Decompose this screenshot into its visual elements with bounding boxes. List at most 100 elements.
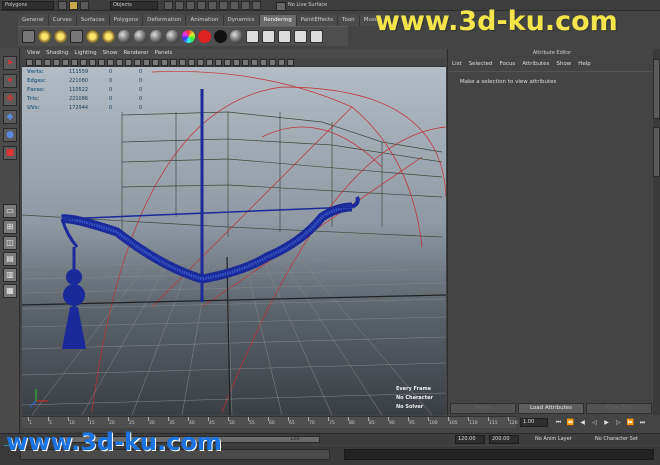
ae-menu-help[interactable]: Help (578, 60, 591, 69)
perspective-viewport[interactable]: Verts: 111559 0 0 Edges: 221080 0 0 Faces: 110522… (22, 67, 446, 415)
viewport-tool-icon[interactable] (233, 59, 240, 66)
side-tab-channel-box[interactable] (653, 59, 660, 119)
open-scene-icon[interactable] (69, 1, 78, 10)
tab-animation[interactable]: Animation (186, 15, 224, 26)
step-forward-key-icon[interactable]: ⏩ (626, 418, 635, 427)
surface-shader-icon[interactable] (214, 30, 227, 43)
select-tool[interactable]: ➤ (3, 56, 17, 70)
ambient-light-icon[interactable] (102, 30, 115, 43)
step-back-key-icon[interactable]: ⏪ (566, 418, 575, 427)
viewport-tool-icon[interactable] (89, 59, 96, 66)
step-forward-icon[interactable]: ▷ (614, 418, 623, 427)
viewport-tool-icon[interactable] (206, 59, 213, 66)
layout-hypershade[interactable]: ▦ (3, 284, 17, 298)
play-back-icon[interactable]: ◁ (590, 418, 599, 427)
viewport-tool-icon[interactable] (188, 59, 195, 66)
step-back-icon[interactable]: ◀ (578, 418, 587, 427)
layered-shader-icon[interactable] (198, 30, 211, 43)
viewport-tool-icon[interactable] (260, 59, 267, 66)
ipr-render-icon[interactable] (230, 1, 239, 10)
scale-tool[interactable]: ● (3, 128, 17, 142)
render-settings-icon[interactable] (241, 1, 250, 10)
viewport-menu-renderer[interactable]: Renderer (123, 49, 148, 58)
blinn-material-icon[interactable] (118, 30, 131, 43)
viewport-tool-icon[interactable] (152, 59, 159, 66)
ae-menu-attributes[interactable]: Attributes (522, 60, 549, 69)
viewport-tool-icon[interactable] (215, 59, 222, 66)
tab-polygons[interactable]: Polygons (109, 15, 144, 26)
viewport-tool-icon[interactable] (197, 59, 204, 66)
viewport-tool-icon[interactable] (179, 59, 186, 66)
use-background-icon[interactable] (230, 30, 243, 43)
manipulator-tool[interactable]: ■ (3, 146, 17, 160)
anim-layer-select[interactable]: No Anim Layer (535, 435, 572, 444)
snap-plane-icon[interactable] (197, 1, 206, 10)
ae-menu-selected[interactable]: Selected (469, 60, 493, 69)
lasso-tool[interactable]: ✦ (3, 74, 17, 88)
layout-persp-outliner[interactable]: ▤ (3, 252, 17, 266)
viewport-tool-icon[interactable] (80, 59, 87, 66)
viewport-menu-lighting[interactable]: Lighting (74, 49, 96, 58)
snap-point-icon[interactable] (186, 1, 195, 10)
history-icon[interactable] (208, 1, 217, 10)
ae-menu-show[interactable]: Show (556, 60, 571, 69)
render-icon[interactable] (219, 1, 228, 10)
go-to-end-icon[interactable]: ⏭ (638, 418, 647, 427)
rotate-tool[interactable]: ◆ (3, 110, 17, 124)
viewport-tool-icon[interactable] (242, 59, 249, 66)
viewport-tool-icon[interactable] (116, 59, 123, 66)
layout-persp-graph[interactable]: ▥ (3, 268, 17, 282)
phong-material-icon[interactable] (150, 30, 163, 43)
viewport-tool-icon[interactable] (53, 59, 60, 66)
side-tab-attribute-editor[interactable] (653, 127, 660, 177)
area-light-icon[interactable] (70, 30, 83, 43)
snap-curve-icon[interactable] (175, 1, 184, 10)
hypershade-shelf-icon[interactable] (278, 30, 291, 43)
snap-grid-icon[interactable] (164, 1, 173, 10)
play-forward-icon[interactable]: ▶ (602, 418, 611, 427)
viewport-tool-icon[interactable] (107, 59, 114, 66)
viewport-tool-icon[interactable] (170, 59, 177, 66)
viewport-tool-icon[interactable] (287, 59, 294, 66)
viewport-tool-icon[interactable] (62, 59, 69, 66)
load-attributes-button[interactable]: Load Attributes (518, 403, 584, 414)
layout-single[interactable]: ▭ (3, 204, 17, 218)
tab-curves[interactable]: Curves (48, 15, 77, 26)
move-tool[interactable]: ✥ (3, 92, 17, 106)
spot-light-icon[interactable] (54, 30, 67, 43)
viewport-tool-icon[interactable] (143, 59, 150, 66)
viewport-tool-icon[interactable] (35, 59, 42, 66)
anim-start-field[interactable]: 120.00 (455, 435, 485, 444)
tab-toon[interactable]: Toon (338, 15, 360, 26)
point-light-icon[interactable] (38, 30, 51, 43)
render-globals-icon[interactable] (294, 30, 307, 43)
tab-general[interactable]: General (18, 15, 49, 26)
select-button[interactable]: Select (450, 403, 516, 414)
viewport-tool-icon[interactable] (98, 59, 105, 66)
selection-mask-select[interactable]: Objects (110, 1, 158, 10)
tab-rendering[interactable]: Rendering (259, 15, 297, 26)
character-set-select[interactable]: No Character Set (595, 435, 638, 444)
directional-light-icon[interactable] (86, 30, 99, 43)
go-to-start-icon[interactable]: ⏮ (554, 418, 563, 427)
layout-two-side[interactable]: ◫ (3, 236, 17, 250)
viewport-tool-icon[interactable] (71, 59, 78, 66)
viewport-menu-shading[interactable]: Shading (46, 49, 68, 58)
viewport-tool-icon[interactable] (26, 59, 33, 66)
viewport-tool-icon[interactable] (161, 59, 168, 66)
viewport-menu-show[interactable]: Show (103, 49, 118, 58)
new-scene-icon[interactable] (58, 1, 67, 10)
live-surface-field[interactable]: No Live Surface (276, 1, 342, 11)
tab-painteffects[interactable]: PaintEffects (296, 15, 339, 26)
tab-surfaces[interactable]: Surfaces (76, 15, 110, 26)
viewport-tool-icon[interactable] (278, 59, 285, 66)
time-slider[interactable]: 1 5 10 15 20 25 30 35 40 45 50 55 60 65 70 75 80 85 90 95 10… (22, 416, 518, 428)
hypershade-icon[interactable] (252, 1, 261, 10)
viewport-tool-icon[interactable] (134, 59, 141, 66)
viewport-tool-icon[interactable] (251, 59, 258, 66)
batch-render-icon[interactable] (262, 30, 275, 43)
anim-end-field[interactable]: 200.00 (489, 435, 519, 444)
viewport-tool-icon[interactable] (224, 59, 231, 66)
viewport-tool-icon[interactable] (269, 59, 276, 66)
current-frame-field[interactable]: 1.00 (520, 418, 548, 427)
